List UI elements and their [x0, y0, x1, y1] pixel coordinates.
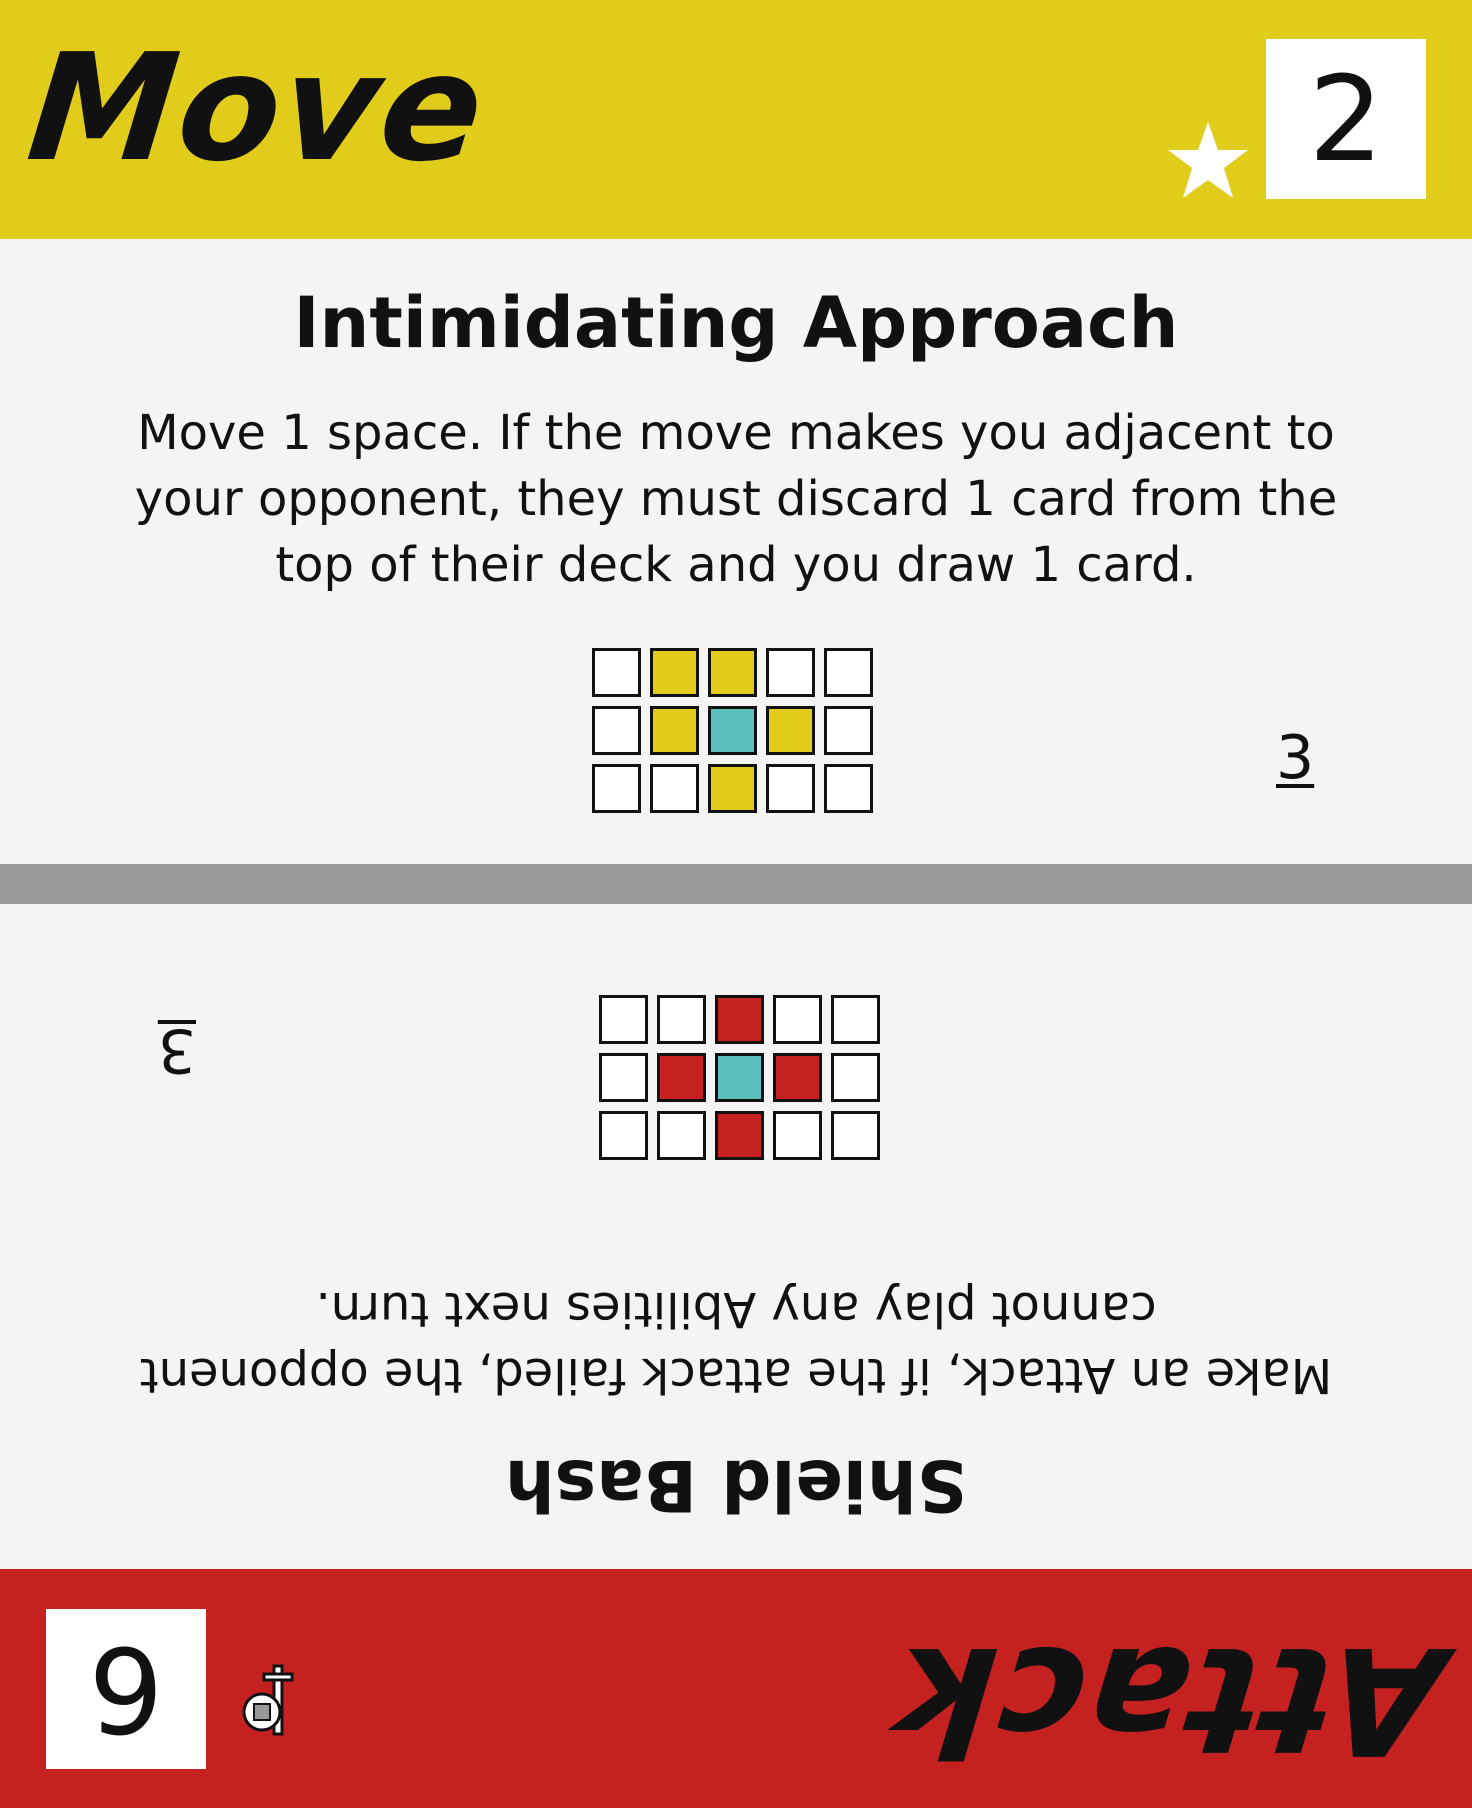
card-type-label: Attack	[886, 1614, 1452, 1786]
cost-value: 6	[88, 1620, 164, 1758]
pattern-cell-active	[708, 648, 757, 697]
pattern-cell-empty	[831, 995, 880, 1044]
pattern-cell-active	[715, 995, 764, 1044]
range-value: 3	[157, 1015, 196, 1085]
star-icon	[1168, 122, 1248, 198]
pattern-cell-active	[766, 706, 815, 755]
pattern-cell-center	[715, 1053, 764, 1102]
card-type-label: Move	[20, 22, 493, 194]
pattern-cell-empty	[773, 995, 822, 1044]
cost-box: 2	[1266, 39, 1426, 199]
attack-header-band: Attack 6	[0, 1569, 1472, 1808]
cost-value: 2	[1308, 50, 1384, 188]
top-ability-half: Move 2 Intimidating Approach Move 1 spac…	[0, 0, 1472, 904]
card-divider	[0, 864, 1472, 904]
cost-box: 6	[46, 1609, 206, 1769]
pattern-cell-active	[650, 706, 699, 755]
range-value: 3	[1276, 723, 1315, 793]
shield-sword-icon	[242, 1664, 294, 1736]
ability-text: Make an Attack, if the attack failed, th…	[139, 1281, 1333, 1403]
pattern-cell-empty	[831, 1111, 880, 1160]
attack-pattern-grid	[599, 995, 880, 1160]
pattern-cell-empty	[657, 995, 706, 1044]
pattern-cell-empty	[766, 764, 815, 813]
pattern-cell-empty	[657, 1111, 706, 1160]
pattern-cell-empty	[766, 648, 815, 697]
pattern-cell-empty	[592, 706, 641, 755]
pattern-cell-empty	[824, 706, 873, 755]
pattern-cell-active	[650, 648, 699, 697]
pattern-cell-center	[708, 706, 757, 755]
pattern-cell-empty	[831, 1053, 880, 1102]
pattern-cell-empty	[773, 1111, 822, 1160]
move-pattern-grid	[592, 648, 873, 813]
move-header-band: Move 2	[0, 0, 1472, 239]
pattern-cell-empty	[592, 764, 641, 813]
ability-text: Move 1 space. If the move makes you adja…	[134, 405, 1338, 593]
pattern-cell-empty	[650, 764, 699, 813]
pattern-cell-empty	[599, 995, 648, 1044]
pattern-cell-active	[708, 764, 757, 813]
pattern-cell-active	[773, 1053, 822, 1102]
pattern-cell-empty	[824, 648, 873, 697]
ability-name: Shield Bash	[504, 1444, 968, 1526]
pattern-cell-empty	[592, 648, 641, 697]
ability-name: Intimidating Approach	[293, 282, 1179, 364]
pattern-cell-empty	[599, 1053, 648, 1102]
pattern-cell-empty	[824, 764, 873, 813]
pattern-cell-active	[657, 1053, 706, 1102]
pattern-cell-active	[715, 1111, 764, 1160]
bottom-ability-half: Attack 6 Shield Bash Make an Attack, if …	[0, 904, 1472, 1808]
pattern-cell-empty	[599, 1111, 648, 1160]
